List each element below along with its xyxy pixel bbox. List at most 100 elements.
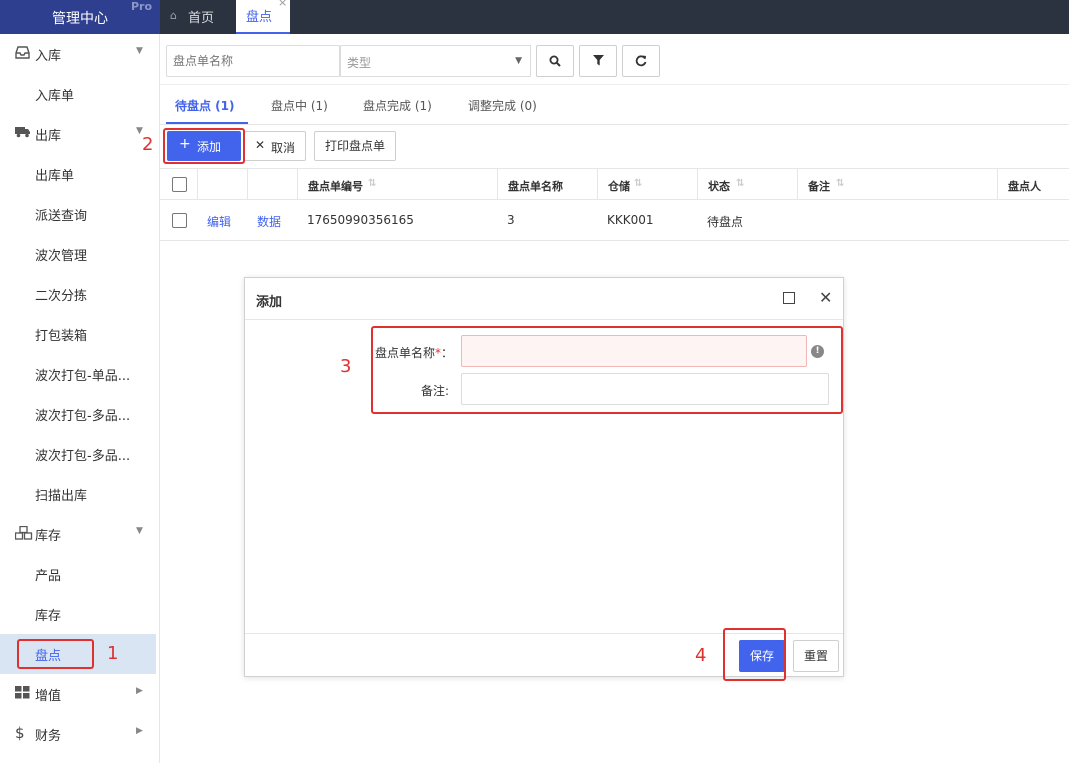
print-button[interactable]: 打印盘点单 [314, 131, 396, 161]
sort-icon: ⇅ [634, 178, 643, 189]
brand: 管理中心 Pro [0, 0, 160, 34]
tab-in-progress[interactable]: 盘点中 (1) [271, 97, 328, 114]
annotation-box-3 [371, 326, 843, 414]
cancel-button[interactable]: ✕ 取消 [244, 131, 306, 161]
sidebar-item-label: 波次打包-多品... [35, 449, 131, 464]
tab-inventory-check[interactable]: 盘点 × [236, 0, 290, 34]
sidebar-group-value-added[interactable]: 增值 ▶ [0, 674, 156, 714]
grid-icon [15, 686, 31, 700]
column-header-remark[interactable]: 备注 ⇅ [797, 169, 997, 200]
select-all-checkbox[interactable] [172, 177, 187, 192]
annotation-box-1 [17, 639, 94, 669]
sidebar-group-outbound[interactable]: 出库 ▼ [0, 114, 156, 154]
sidebar-group-label: 财务 [35, 729, 62, 744]
status-tabs: 待盘点 (1) 盘点中 (1) 盘点完成 (1) 调整完成 (0) [160, 84, 1069, 125]
sidebar-group-inbound[interactable]: 入库 ▼ [0, 34, 156, 74]
table-header-cell [197, 169, 247, 200]
close-icon[interactable]: ✕ [819, 288, 832, 307]
data-link[interactable]: 数据 [257, 213, 281, 230]
sidebar-group-inventory[interactable]: 库存 ▼ [0, 514, 156, 554]
column-label: 备注 [808, 180, 830, 193]
sidebar-item-label: 出库单 [35, 169, 75, 184]
home-icon: ⌂ [170, 9, 177, 22]
sidebar-item-label: 派送查询 [35, 209, 88, 224]
sidebar-item-label: 波次管理 [35, 249, 88, 264]
sidebar-item-product[interactable]: 产品 [0, 554, 156, 594]
sidebar-item-label: 二次分拣 [35, 289, 88, 304]
annotation-box-4 [723, 628, 786, 681]
sidebar-item-label: 打包装箱 [35, 329, 88, 344]
sidebar-item-stock[interactable]: 库存 [0, 594, 156, 634]
dollar-icon: $ [15, 724, 25, 742]
annotation-number-3: 3 [340, 356, 352, 377]
table-row: 编辑 数据 17650990356165 3 KKK001 待盘点 [160, 200, 1069, 241]
search-name-input[interactable] [166, 45, 340, 77]
sidebar-item-inbound-order[interactable]: 入库单 [0, 74, 156, 114]
type-select-placeholder: 类型 [347, 56, 372, 70]
filter-button[interactable] [579, 45, 617, 77]
edit-link[interactable]: 编辑 [207, 213, 231, 230]
tab-inventory-check-label: 盘点 [246, 10, 273, 25]
reset-button[interactable]: 重置 [793, 640, 839, 672]
cell-code: 17650990356165 [307, 213, 414, 227]
table-header-cell [247, 169, 297, 200]
sidebar-item-wave-pack-single[interactable]: 波次打包-单品... [0, 354, 156, 394]
annotation-number-1: 1 [107, 643, 119, 664]
column-label: 盘点单名称 [508, 180, 563, 193]
sidebar-item-secondary-sorting[interactable]: 二次分拣 [0, 274, 156, 314]
column-label: 盘点单编号 [308, 180, 363, 193]
refresh-button[interactable] [622, 45, 660, 77]
sidebar-item-delivery-query[interactable]: 派送查询 [0, 194, 156, 234]
sidebar-item-wave-pack-multi-2[interactable]: 波次打包-多品... [0, 434, 156, 474]
tab-completed[interactable]: 盘点完成 (1) [363, 97, 432, 114]
dialog-header: 添加 ✕ [245, 278, 843, 320]
sidebar-item-label: 扫描出库 [35, 489, 88, 504]
sidebar-group-label: 出库 [35, 129, 62, 144]
sort-icon: ⇅ [836, 178, 845, 189]
sort-icon: ⇅ [368, 178, 377, 189]
tab-pending-check[interactable]: 待盘点 (1) [175, 97, 235, 114]
annotation-number-4: 4 [695, 645, 707, 666]
column-header-name[interactable]: 盘点单名称 [497, 169, 597, 200]
edition-badge: Pro [131, 0, 153, 13]
column-header-checker[interactable]: 盘点人 [997, 169, 1069, 200]
inbox-icon [15, 46, 31, 60]
sidebar-item-label: 库存 [35, 609, 62, 624]
close-icon[interactable]: × [278, 0, 287, 9]
maximize-icon[interactable] [783, 292, 795, 304]
column-label: 仓储 [608, 180, 630, 193]
sidebar-item-packing[interactable]: 打包装箱 [0, 314, 156, 354]
active-tab-indicator [166, 122, 248, 124]
sidebar-item-outbound-order[interactable]: 出库单 [0, 154, 156, 194]
cell-status: 待盘点 [707, 215, 744, 229]
cell-name: 3 [507, 213, 515, 227]
chevron-right-icon: ▶ [136, 726, 143, 736]
sidebar-group-label: 入库 [35, 49, 62, 64]
table-header: 盘点单编号 ⇅ 盘点单名称 仓储 ⇅ 状态 ⇅ 备注 ⇅ 盘点人 [160, 168, 1069, 200]
sidebar-item-label: 波次打包-单品... [35, 369, 131, 384]
refresh-icon [635, 55, 647, 67]
sidebar-item-wave-pack-multi-1[interactable]: 波次打包-多品... [0, 394, 156, 434]
column-header-warehouse[interactable]: 仓储 ⇅ [597, 169, 697, 200]
tab-home[interactable]: ⌂ 首页 [160, 0, 232, 34]
column-header-code[interactable]: 盘点单编号 ⇅ [297, 169, 497, 200]
sidebar-item-wave-management[interactable]: 波次管理 [0, 234, 156, 274]
sidebar-group-finance[interactable]: $ 财务 ▶ [0, 714, 156, 754]
search-button[interactable] [536, 45, 574, 77]
cancel-button-label: 取消 [271, 141, 296, 155]
sidebar-group-label: 库存 [35, 529, 62, 544]
type-select[interactable]: 类型 ▼ [340, 45, 531, 77]
sidebar-item-label: 入库单 [35, 89, 75, 104]
sidebar-item-scan-outbound[interactable]: 扫描出库 [0, 474, 156, 514]
chevron-down-icon: ▼ [136, 46, 143, 56]
column-header-status[interactable]: 状态 ⇅ [697, 169, 797, 200]
column-label: 盘点人 [1008, 180, 1041, 193]
chevron-down-icon: ▼ [136, 526, 143, 536]
row-checkbox[interactable] [172, 213, 187, 228]
tab-adjusted[interactable]: 调整完成 (0) [468, 97, 537, 114]
cubes-icon [14, 525, 33, 540]
chevron-down-icon: ▼ [515, 56, 522, 66]
sidebar-item-label: 波次打包-多品... [35, 409, 131, 424]
cell-warehouse: KKK001 [607, 213, 654, 227]
column-label: 状态 [708, 180, 730, 193]
